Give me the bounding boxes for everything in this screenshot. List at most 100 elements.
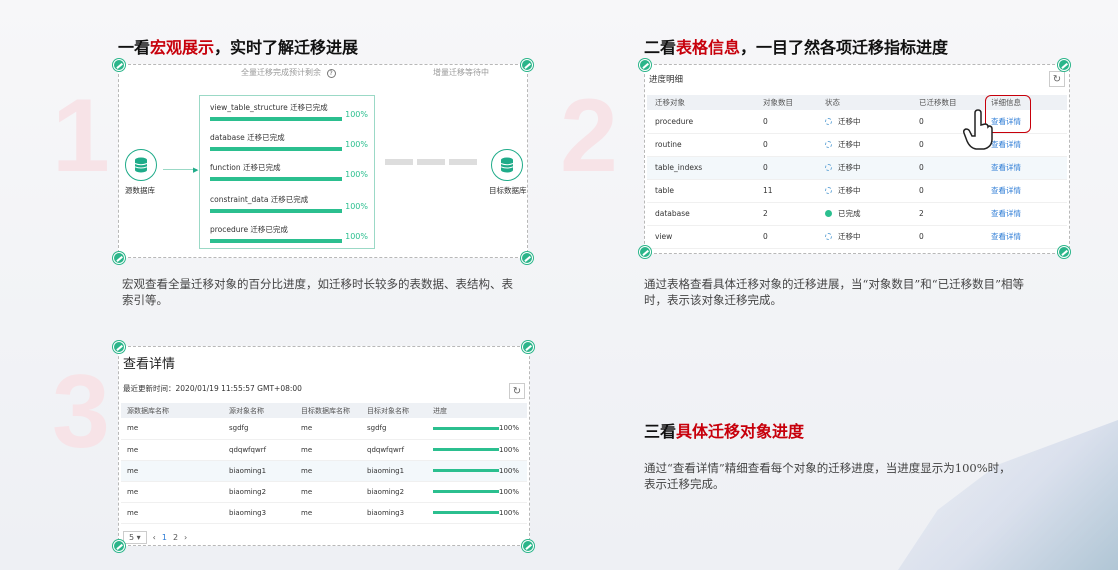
table-header-row: 源数据库名称 源对象名称 目标数据库名称 目标对象名称 进度 — [121, 403, 527, 418]
cell-source-object: biaoming1 — [223, 460, 295, 482]
heading-prefix: 二看 — [644, 38, 677, 57]
resize-handle[interactable] — [113, 540, 125, 552]
progress-percent: 100% — [345, 232, 368, 241]
cell-count: 0 — [755, 110, 817, 134]
cell-source-object: biaoming3 — [223, 502, 295, 524]
loading-icon — [825, 117, 832, 125]
progress-item: function 迁移已完成 100% — [210, 162, 368, 181]
resize-handle[interactable] — [522, 341, 534, 353]
progress-percent: 100% — [499, 466, 520, 475]
cell-target-object: biaoming1 — [361, 460, 427, 482]
progress-percent: 100% — [345, 170, 368, 179]
section-2-heading: 二看表格信息，一目了然各项迁移指标进度 — [644, 34, 948, 58]
resize-handle[interactable] — [1058, 59, 1070, 71]
view-details-link[interactable]: 查看详情 — [991, 186, 1021, 195]
incremental-migration-label: 增量迁移等待中 — [433, 68, 489, 77]
progress-percent: 100% — [499, 508, 520, 517]
table-row: me qdqwfqwrf me qdqwfqwrf 100% — [121, 439, 527, 461]
cell-target-object: qdqwfqwrf — [361, 439, 427, 461]
view-details-link[interactable]: 查看详情 — [991, 232, 1021, 241]
heading-suffix: ，一目了然各项迁移指标进度 — [740, 38, 949, 57]
progress-detail-panel: 进度明细 ↻ 迁移对象 对象数目 状态 已迁移数目 详细信息 procedure… — [644, 64, 1070, 254]
cell-migrated: 0 — [911, 156, 983, 180]
view-details-link[interactable]: 查看详情 — [991, 209, 1021, 218]
progress-bar — [433, 511, 499, 514]
column-header: 目标数据库名称 — [295, 403, 361, 418]
status-text: 迁移中 — [838, 232, 861, 241]
heading-prefix: 一看 — [118, 38, 151, 57]
resize-handle[interactable] — [113, 59, 125, 71]
resize-handle[interactable] — [521, 252, 533, 264]
cell-status: 迁移中 — [817, 179, 911, 203]
cell-progress: 100% — [427, 439, 527, 461]
help-icon[interactable]: ? — [326, 69, 336, 78]
progress-percent: 100% — [499, 445, 520, 454]
table-row: routine 0 迁移中 0 查看详情 — [647, 133, 1067, 157]
cell-object: procedure — [647, 110, 755, 134]
arrow-head-icon: ▶ — [193, 166, 199, 174]
page-link[interactable]: 1 — [162, 533, 167, 542]
decorative-background-shape — [898, 420, 1118, 570]
cell-source-db: me — [121, 502, 223, 524]
table-row: me biaoming1 me biaoming1 100% — [121, 460, 527, 482]
status-text: 已完成 — [838, 209, 861, 218]
cell-object: table — [647, 179, 755, 203]
cell-target-db: me — [295, 418, 361, 440]
chevron-left-icon[interactable]: ‹ — [153, 533, 156, 542]
section-2-description: 通过表格查看具体迁移对象的迁移进展，当“对象数目”和“已迁移数目”相等时，表示该… — [644, 277, 1025, 307]
cell-count: 0 — [755, 133, 817, 157]
page-link[interactable]: 2 — [173, 533, 178, 542]
resize-handle[interactable] — [522, 540, 534, 552]
status-text: 迁移中 — [838, 140, 861, 149]
cell-progress: 100% — [427, 481, 527, 503]
cell-source-db: me — [121, 481, 223, 503]
chevron-down-icon: ▾ — [136, 533, 141, 542]
section-number-2: 2 — [560, 78, 618, 194]
table-row: view 0 迁移中 0 查看详情 — [647, 225, 1067, 249]
heading-highlight: 宏观展示 — [150, 38, 215, 57]
progress-bar — [210, 209, 342, 213]
cell-progress: 100% — [427, 502, 527, 524]
refresh-icon[interactable]: ↻ — [1049, 71, 1065, 87]
cell-source-db: me — [121, 460, 223, 482]
refresh-icon[interactable]: ↻ — [509, 383, 525, 399]
resize-handle[interactable] — [639, 246, 651, 258]
pagination: 5 ▾ ‹ 1 2 › — [123, 531, 187, 544]
section-number-3: 3 — [52, 354, 110, 470]
resize-handle[interactable] — [521, 59, 533, 71]
arrow-line-left — [163, 169, 197, 170]
section-1-heading: 一看宏观展示，实时了解迁移进展 — [118, 34, 358, 58]
column-header: 状态 — [817, 95, 911, 110]
table-row: me biaoming3 me biaoming3 100% — [121, 502, 527, 524]
view-details-link[interactable]: 查看详情 — [991, 163, 1021, 172]
page-size-select[interactable]: 5 ▾ — [123, 531, 147, 544]
cell-target-db: me — [295, 502, 361, 524]
section-3-description: 通过“查看详情”精细查看每个对象的迁移进度，当进度显示为100%时，表示迁移完成… — [644, 461, 1011, 491]
resize-handle[interactable] — [113, 252, 125, 264]
resize-handle[interactable] — [1058, 246, 1070, 258]
panel-title: 查看详情 — [123, 357, 176, 372]
column-header: 迁移对象 — [647, 95, 755, 110]
progress-bar — [210, 117, 342, 121]
cell-object: database — [647, 202, 755, 226]
cell-target-object: biaoming3 — [361, 502, 427, 524]
cell-target-db: me — [295, 460, 361, 482]
progress-percent: 100% — [345, 202, 368, 211]
table-row: database 2 已完成 2 查看详情 — [647, 202, 1067, 226]
pending-dash — [385, 159, 413, 165]
progress-bar — [433, 469, 499, 472]
cell-count: 0 — [755, 225, 817, 249]
status-text: 迁移中 — [838, 186, 861, 195]
resize-handle[interactable] — [639, 59, 651, 71]
pointer-hand-icon — [963, 109, 993, 150]
heading-highlight: 表格信息 — [676, 38, 741, 57]
progress-percent: 100% — [499, 424, 520, 433]
source-database-label: 源数据库 — [125, 186, 155, 195]
cell-target-object: biaoming2 — [361, 481, 427, 503]
table-row: me sgdfg me sgdfg 100% — [121, 418, 527, 440]
last-updated-time: 最近更新时间：2020/01/19 11:55:57 GMT+08:00 — [123, 384, 302, 393]
column-header: 进度 — [427, 403, 527, 418]
cell-count: 0 — [755, 156, 817, 180]
resize-handle[interactable] — [113, 341, 125, 353]
chevron-right-icon[interactable]: › — [184, 533, 187, 542]
